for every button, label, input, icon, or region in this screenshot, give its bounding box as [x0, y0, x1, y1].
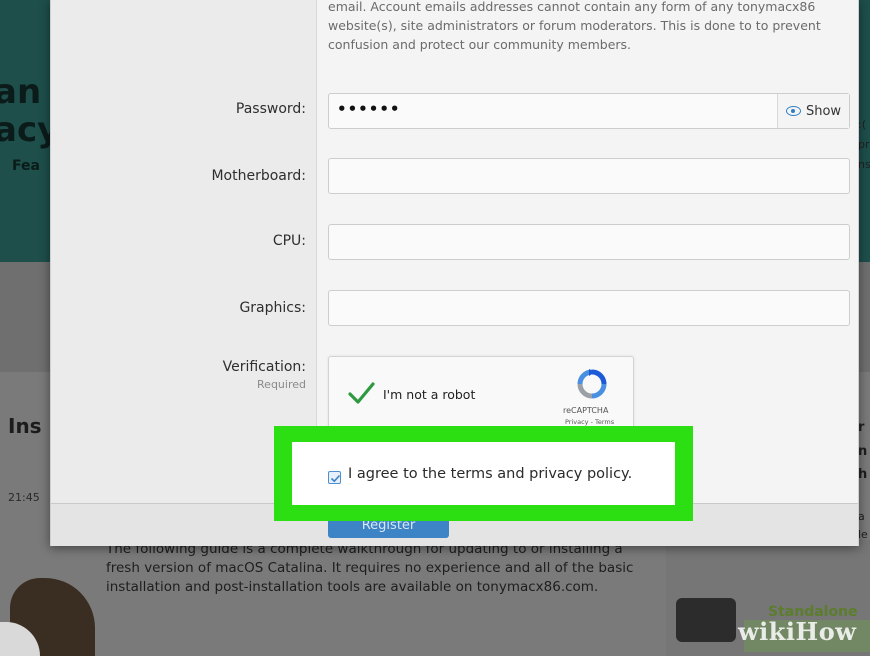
watermark-wiki: wiki [738, 617, 796, 646]
recaptcha-logo-icon [577, 369, 607, 399]
background-right-fragment: pr [858, 138, 870, 151]
show-password-label: Show [805, 103, 842, 119]
background-hero-subtitle: Fea [12, 158, 40, 174]
eye-icon [785, 106, 801, 116]
background-right-fragment: a [858, 510, 865, 523]
cpu-label: CPU: [272, 233, 306, 249]
recaptcha-label: I'm not a robot [383, 387, 476, 402]
background-right-fragment: n [858, 444, 868, 459]
background-article-text: The following guide is a complete walkth… [106, 541, 634, 595]
agree-checkbox[interactable] [328, 471, 341, 484]
highlight-annotation: I agree to the terms and privacy policy. [274, 426, 693, 521]
verification-required-note: Required [257, 378, 306, 391]
background-right-fragment: ns [858, 158, 870, 171]
background-section-title: Ins [8, 414, 42, 438]
password-label: Password: [235, 101, 306, 117]
verification-label: Verification: [222, 359, 306, 375]
background-hero-title-line1: an [0, 72, 42, 112]
background-right-fragment: h [858, 467, 868, 482]
motherboard-label: Motherboard: [211, 168, 306, 184]
agree-terms-label[interactable]: I agree to the terms and privacy policy. [348, 466, 632, 482]
background-sidebar-image [676, 598, 736, 642]
background-timestamp: 21:45 [8, 491, 40, 504]
recaptcha-widget[interactable]: I'm not a robot reCAPTCHA Privacy - Term… [328, 356, 634, 431]
graphics-label: Graphics: [239, 300, 306, 316]
password-field[interactable]: •••••• Show [328, 93, 850, 129]
checkmark-icon [348, 382, 375, 404]
agree-row: I agree to the terms and privacy policy. [292, 442, 675, 505]
email-hint-text: email. Account emails addresses cannot c… [328, 0, 821, 52]
password-value: •••••• [337, 100, 401, 118]
background-right-fragment: :( [858, 118, 866, 131]
recaptcha-privacy-terms[interactable]: Privacy - Terms [565, 418, 614, 426]
wikihow-watermark: wikiHow [738, 617, 856, 646]
checkbox-checked-icon [330, 474, 341, 483]
graphics-field[interactable] [328, 290, 850, 326]
recaptcha-brand: reCAPTCHA [563, 406, 609, 415]
motherboard-field[interactable] [328, 158, 850, 194]
cpu-field[interactable] [328, 224, 850, 260]
watermark-how: How [795, 617, 857, 646]
show-password-button[interactable]: Show [777, 94, 849, 128]
